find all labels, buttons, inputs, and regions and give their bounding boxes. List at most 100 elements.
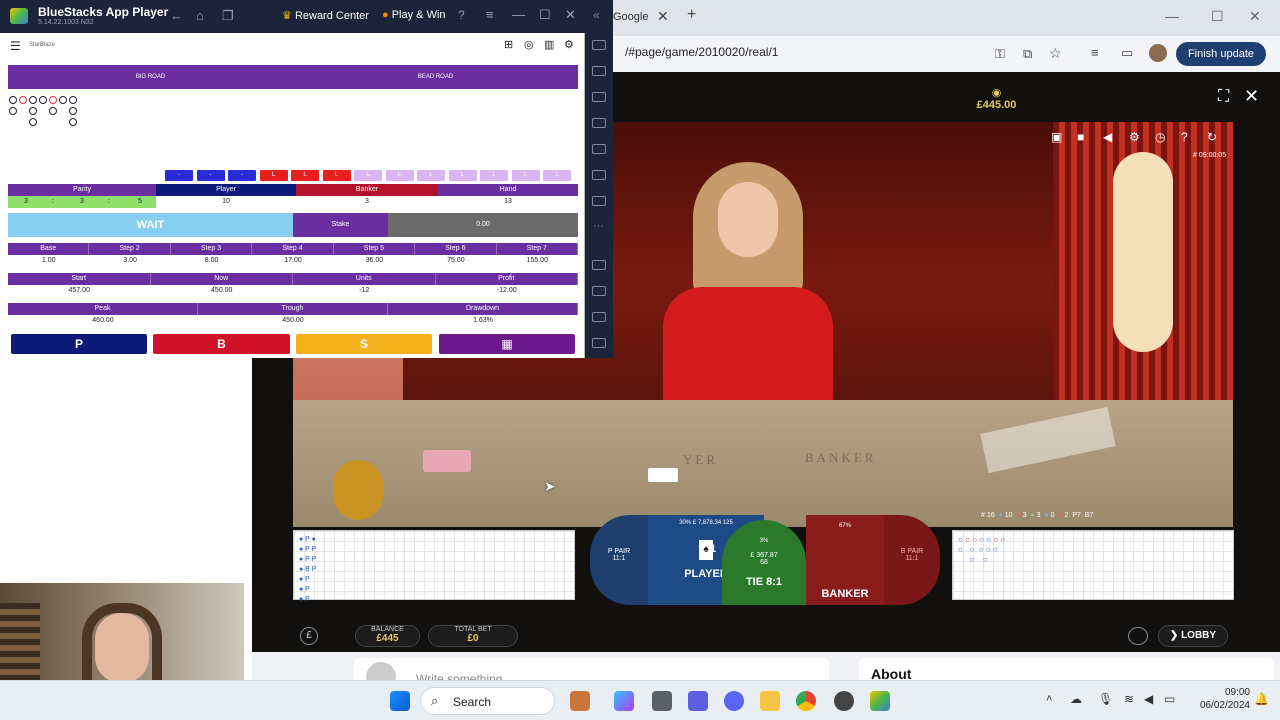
home-icon[interactable]: ⌂ xyxy=(196,8,204,23)
play-win-button[interactable]: ● Play & Win xyxy=(382,9,446,21)
app-tool-2-icon[interactable]: ◎ xyxy=(524,38,534,51)
banker-zone[interactable]: 67% BANKER xyxy=(806,515,884,605)
rotate-icon[interactable] xyxy=(592,170,606,180)
peak-value-1: 450.00 xyxy=(282,317,304,324)
more-icon[interactable]: ··· xyxy=(593,220,604,232)
hamburger-icon[interactable]: ☰ xyxy=(10,39,21,53)
close-game-icon[interactable]: ✕ xyxy=(1244,86,1259,107)
baccarat-tracker-app: ☰ StarBlaze ⊞ ◎ ▥ ⚙ BIG ROAD BEAD ROAD -… xyxy=(0,33,585,358)
obs-icon[interactable] xyxy=(834,691,854,711)
player-button[interactable]: P xyxy=(11,334,147,354)
step-header-1: Step 2 xyxy=(89,243,171,255)
finish-update-button[interactable]: Finish update xyxy=(1175,42,1266,66)
history-icon[interactable]: ◷ xyxy=(1155,130,1165,144)
chrome-icon[interactable] xyxy=(796,691,816,711)
help-icon[interactable]: ? xyxy=(1181,130,1188,144)
bluestacks-taskbar-icon[interactable] xyxy=(870,691,890,711)
help-circle-icon[interactable]: ? xyxy=(458,8,465,22)
bs-home-icon[interactable] xyxy=(592,312,606,322)
skip-button[interactable]: S xyxy=(296,334,432,354)
lobby-button[interactable]: ❯ LOBBY xyxy=(1158,625,1228,647)
menu-icon[interactable]: ≡ xyxy=(486,7,494,22)
notifications-icon[interactable]: 🔔 xyxy=(1254,692,1269,706)
step-header-0: Base xyxy=(8,243,90,255)
bs-maximize-icon[interactable]: ☐ xyxy=(539,7,551,23)
copilot-icon[interactable] xyxy=(614,691,634,711)
maximize-icon[interactable]: ☐ xyxy=(1211,8,1224,25)
bookmark-star-icon[interactable]: ☆ xyxy=(1049,45,1062,62)
sequence-strip: ---LLLLLLLLLL xyxy=(165,170,575,181)
banker-button[interactable]: B xyxy=(153,334,290,354)
back-icon[interactable]: ← xyxy=(170,8,183,23)
grid-button[interactable]: ▦ xyxy=(439,334,575,354)
money-header-0: Start xyxy=(8,273,151,285)
minimize-icon[interactable]: — xyxy=(1165,8,1179,24)
new-tab-icon[interactable]: + xyxy=(687,6,696,24)
tab-big-road[interactable]: BIG ROAD xyxy=(8,65,293,89)
keyboard-icon[interactable] xyxy=(592,92,606,102)
discord-icon[interactable] xyxy=(724,691,744,711)
road-tabs: BIG ROAD BEAD ROAD xyxy=(8,65,578,89)
taskbar-search[interactable]: ⌕ Search xyxy=(420,687,555,715)
close-tab-icon[interactable]: ✕ xyxy=(657,8,669,25)
step-value-1: 3.00 xyxy=(123,257,137,264)
camera-icon[interactable]: ■ xyxy=(1077,130,1084,144)
taskview-icon[interactable] xyxy=(652,691,672,711)
refresh-icon[interactable]: ↻ xyxy=(1207,130,1217,144)
currency-icon[interactable]: £ xyxy=(300,627,318,645)
close-window-icon[interactable]: ✕ xyxy=(1249,8,1261,25)
bs-minimize-icon[interactable]: — xyxy=(512,7,525,22)
apk-icon[interactable] xyxy=(592,196,606,206)
start-icon[interactable] xyxy=(390,691,410,711)
clock[interactable]: 09:00 06/02/2024 xyxy=(1190,686,1250,712)
b-pair-label: B PAIR xyxy=(900,548,924,555)
fullscreen-bs-icon[interactable] xyxy=(592,40,606,50)
player-card-count: 1 xyxy=(710,543,717,555)
tie-zone[interactable]: 3% £ 367.87 68 TIE 8:1 xyxy=(722,520,806,605)
collapse-sidebar-icon[interactable]: « xyxy=(593,8,600,22)
volume-bs-icon[interactable] xyxy=(592,66,606,76)
bs-back-icon[interactable] xyxy=(592,286,606,296)
banker-count: 3 xyxy=(365,198,369,205)
widgets-icon[interactable] xyxy=(570,691,590,711)
battery-icon[interactable]: ▭ xyxy=(1164,692,1175,706)
settings-icon[interactable]: ⚙ xyxy=(1129,130,1140,144)
tab-bead-road[interactable]: BEAD ROAD xyxy=(293,65,578,89)
volume-icon[interactable]: ◀ xyxy=(1103,130,1112,144)
address-input[interactable]: /#page/game/2010020/real/1 xyxy=(625,45,778,59)
chat-bubble-icon[interactable] xyxy=(1128,627,1148,645)
bluestacks-title: BlueStacks App Player xyxy=(38,5,169,19)
gamepad-icon[interactable] xyxy=(592,118,606,128)
wifi-icon[interactable]: ≋ xyxy=(1124,692,1134,706)
mic-icon[interactable]: 🎙 xyxy=(1098,692,1113,706)
explorer-icon[interactable] xyxy=(760,691,780,711)
money-header-row: Start Now Units Profit xyxy=(8,273,578,285)
media-icon[interactable]: ≡ xyxy=(1091,45,1099,60)
peak-header-2: Drawdown xyxy=(388,303,578,315)
key-icon[interactable]: ⚿ xyxy=(995,46,1005,62)
sidepanel-icon[interactable]: ▭ xyxy=(1121,45,1133,61)
speaker-icon[interactable]: ◀ xyxy=(1144,692,1153,706)
onedrive-icon[interactable]: ☁ xyxy=(1070,692,1082,706)
chrome-tab-title[interactable]: Google xyxy=(613,11,648,23)
record-icon[interactable] xyxy=(592,144,606,154)
reward-center-button[interactable]: ♛ Reward Center xyxy=(282,9,369,22)
bead-road-grid: ● P ● ● P P ● P P ● B P ● P ● P ● P xyxy=(293,530,575,603)
fullscreen-icon[interactable]: ⛶ xyxy=(1218,88,1229,106)
app-tool-1-icon[interactable]: ⊞ xyxy=(504,38,513,51)
share-icon[interactable]: ⧉ xyxy=(1023,46,1032,62)
bs-settings-icon[interactable] xyxy=(592,260,606,270)
app-tool-3-icon[interactable]: ▥ xyxy=(544,38,554,51)
recents-icon[interactable]: ❐ xyxy=(222,8,234,24)
clock-time: 09:00 xyxy=(1224,687,1250,698)
profile-avatar[interactable] xyxy=(1149,44,1167,62)
bs-close-icon[interactable]: ✕ xyxy=(565,7,576,23)
teams-icon[interactable] xyxy=(688,691,708,711)
bs-recents-icon[interactable] xyxy=(592,338,606,348)
player-amount: £ 7,878.34 xyxy=(692,520,722,526)
player-pct: 30% xyxy=(679,520,692,526)
chat-icon[interactable]: ▣ xyxy=(1051,130,1062,144)
app-settings-icon[interactable]: ⚙ xyxy=(564,38,574,51)
tray-chevron-icon[interactable]: ˄ xyxy=(1046,693,1052,705)
money-value-0: 457.00 xyxy=(68,287,90,294)
